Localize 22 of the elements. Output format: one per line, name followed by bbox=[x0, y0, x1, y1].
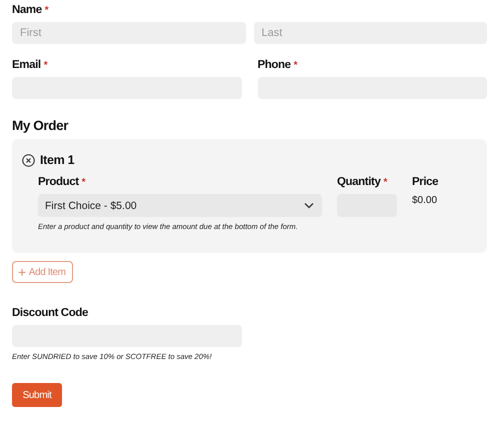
chevron-icon bbox=[304, 202, 314, 209]
field-label: Phone bbox=[258, 59, 291, 71]
required-mark: * bbox=[44, 60, 48, 71]
product-dropdown[interactable]: First Choice - $5.00 bbox=[38, 194, 322, 217]
field-label: Price bbox=[412, 176, 438, 188]
field-label: Product bbox=[38, 176, 79, 188]
section-heading: My Order bbox=[12, 118, 70, 133]
price-value: $0.00 bbox=[412, 195, 438, 206]
field-label: Discount Code bbox=[12, 307, 88, 319]
add-item-button[interactable]: + Add Item bbox=[12, 261, 73, 283]
required-mark: * bbox=[44, 5, 48, 16]
field-label: Name bbox=[12, 4, 42, 16]
text-field[interactable]: Last bbox=[254, 22, 487, 44]
required-mark: * bbox=[294, 60, 298, 71]
required-mark: * bbox=[383, 177, 387, 188]
submit-button[interactable]: Submit bbox=[12, 383, 62, 407]
text-field[interactable]: First bbox=[12, 22, 246, 44]
item-title: Item 1 bbox=[40, 153, 74, 167]
remove-icon[interactable] bbox=[22, 154, 35, 166]
field-label: Quantity bbox=[337, 176, 380, 188]
required-mark: * bbox=[82, 177, 86, 188]
field-label: Email bbox=[12, 59, 41, 71]
